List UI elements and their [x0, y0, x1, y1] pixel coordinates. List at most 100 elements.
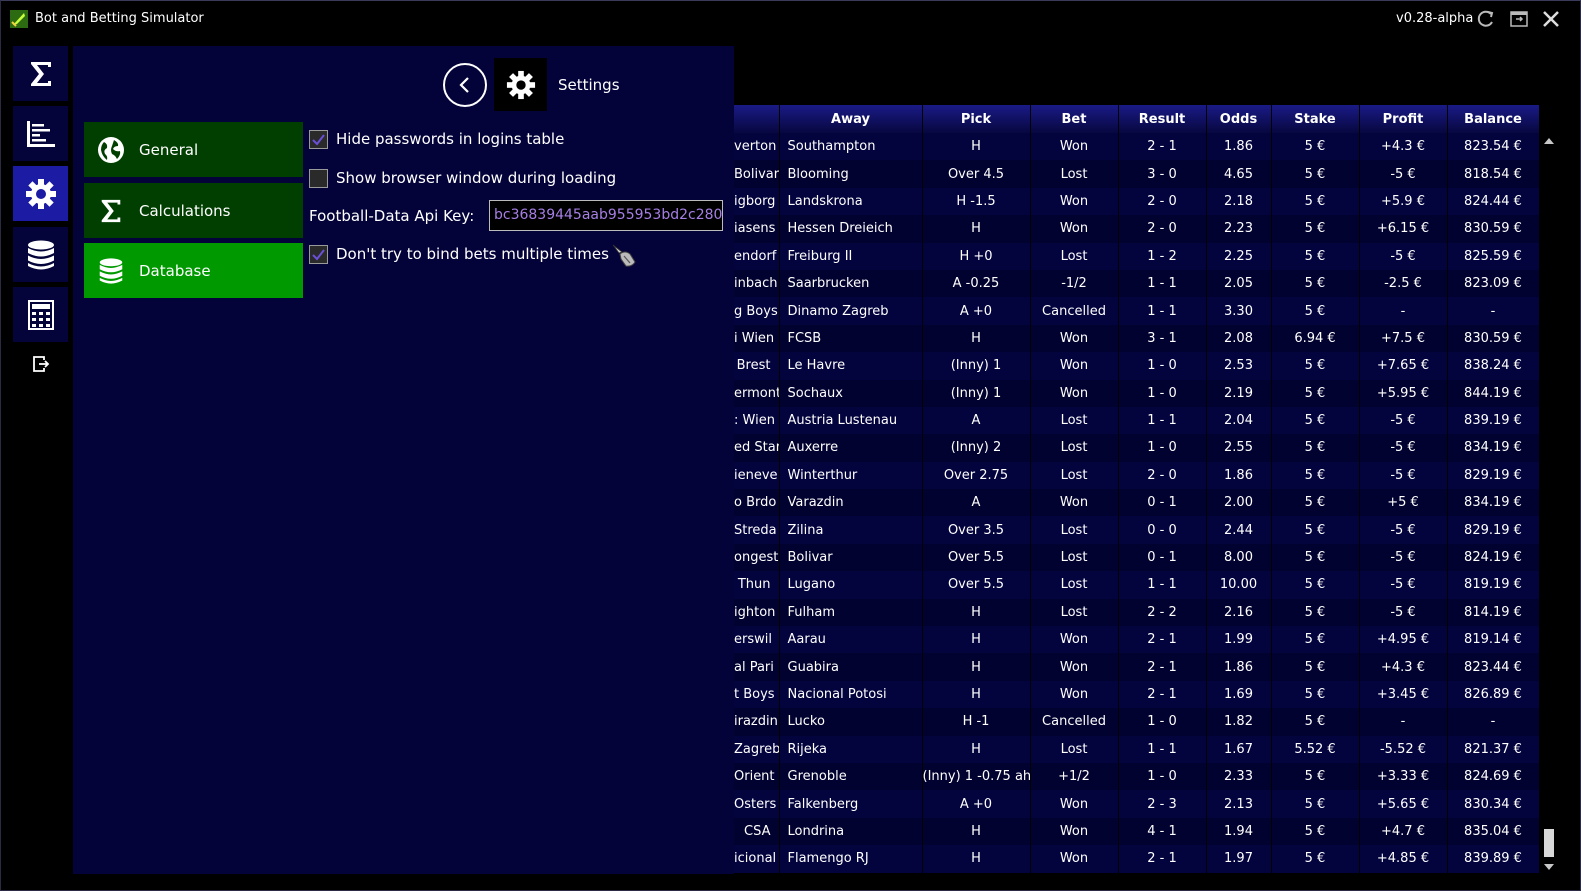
- table-row[interactable]: ighton Fulham H Lost 2 - 2 2.16 5 € -5 €814.19 …: [734, 598, 1539, 627]
- table-row[interactable]: Zagreb Rijeka H Lost 1 - 1 1.67 5.52 € -5.52 €8…: [734, 735, 1539, 763]
- cell-result: 1 - 0: [1118, 352, 1207, 380]
- cell-bet: Won: [1030, 352, 1119, 380]
- category-database[interactable]: Database: [84, 243, 303, 298]
- cell-bet: Lost: [1030, 571, 1119, 599]
- table-row[interactable]: CSA Londrina H Won 4 - 1 1.94 5 € +4.7 €835.04 …: [734, 817, 1539, 846]
- cell-pick: A: [922, 406, 1031, 435]
- cell-stake: 5 €: [1271, 434, 1360, 462]
- cell-away: Falkenberg: [779, 790, 923, 818]
- cell-away: Winterthur: [779, 461, 923, 490]
- column-header-balance[interactable]: Balance: [1447, 105, 1539, 133]
- cell-balance: 823.54 €: [1447, 133, 1539, 161]
- table-row[interactable]: Streda Zilina Over 3.5 Lost 0 - 0 2.44 5 € -5 €…: [734, 516, 1539, 544]
- hide-passwords-option[interactable]: Hide passwords in logins table: [309, 129, 564, 149]
- cell-bet: -1/2: [1030, 269, 1119, 298]
- cell-stake: 5 €: [1271, 352, 1360, 380]
- restore-window-icon[interactable]: [1508, 8, 1530, 30]
- cell-profit: -5 €: [1359, 461, 1448, 490]
- cell-stake: 5 €: [1271, 845, 1360, 873]
- table-row[interactable]: ermont Sochaux (Inny) 1 Won 1 - 0 2.19 5 € +5.9…: [734, 379, 1539, 407]
- cell-result: 2 - 3: [1118, 790, 1207, 818]
- table-row[interactable]: irazdin Lucko H -1 Cancelled 1 - 0 1.82 5 € - -: [734, 708, 1539, 736]
- cell-odds: 2.08: [1206, 324, 1272, 353]
- cell-balance: 829.19 €: [1447, 461, 1539, 490]
- cell-balance: 830.59 €: [1447, 324, 1539, 353]
- cell-stake: 5 €: [1271, 653, 1360, 681]
- table-row[interactable]: ed Star Auxerre (Inny) 2 Lost 1 - 0 2.55 5 € -5…: [734, 434, 1539, 462]
- cell-bet: Won: [1030, 133, 1119, 161]
- table-row[interactable]: Orient Grenoble (Inny) 1 -0.75 ah +1/2 1 - 0…: [734, 762, 1539, 791]
- api-key-input[interactable]: bc36839445aab955953bd2c2807: [489, 200, 723, 231]
- table-row[interactable]: endorf Freiburg II H +0 Lost 1 - 2 2.25 5 € -5 …: [734, 242, 1539, 270]
- table-row[interactable]: Osters Falkenberg A +0 Won 2 - 3 2.13 5 € +5.65…: [734, 790, 1539, 818]
- column-header-odds[interactable]: Odds: [1206, 105, 1272, 133]
- table-row[interactable]: verton Southampton H Won 2 - 1 1.86 5 € +4.3 €8…: [734, 133, 1539, 161]
- calculator-icon: [27, 299, 54, 330]
- table-row[interactable]: t Boys Nacional Potosi H Won 2 - 1 1.69 5 € +3.…: [734, 680, 1539, 709]
- cell-away: Le Havre: [779, 352, 923, 380]
- table-row[interactable]: icional Flamengo RJ H Won 2 - 1 1.97 5 € +4.85 …: [734, 845, 1539, 873]
- sigma-icon: [97, 197, 125, 225]
- table-row[interactable]: Bolivar Blooming Over 4.5 Lost 3 - 0 4.65 5 € -…: [734, 160, 1539, 188]
- cell-odds: 2.00: [1206, 489, 1272, 517]
- category-general[interactable]: General: [84, 122, 303, 177]
- close-icon[interactable]: [1540, 8, 1562, 30]
- mouse-cursor-icon: [612, 244, 636, 267]
- table-row[interactable]: : Wien Austria Lustenau A Lost 1 - 1 2.04 5 € -…: [734, 406, 1539, 435]
- refresh-icon[interactable]: [1475, 8, 1497, 30]
- table-row[interactable]: al Pari Guabira H Won 2 - 1 1.86 5 € +4.3 €823.…: [734, 653, 1539, 681]
- column-header-stake[interactable]: Stake: [1271, 105, 1360, 133]
- cell-away: Lucko: [779, 708, 923, 736]
- category-calculations[interactable]: Calculations: [84, 183, 303, 238]
- scroll-down-arrow-icon[interactable]: [1544, 864, 1554, 870]
- cell-pick: Over 5.5: [922, 571, 1031, 599]
- cell-pick: H: [922, 817, 1031, 846]
- table-row[interactable]: o Brdo Varazdin A Won 0 - 1 2.00 5 € +5 €834.19…: [734, 489, 1539, 517]
- cell-bet: Lost: [1030, 516, 1119, 544]
- cell-pick: H: [922, 324, 1031, 353]
- table-row[interactable]: iasens Hessen Dreieich H Won 2 - 0 2.23 5 € +6.…: [734, 215, 1539, 243]
- cell-bet: Won: [1030, 187, 1119, 216]
- rail-calculations-button[interactable]: [13, 46, 68, 101]
- column-header-away[interactable]: Away: [779, 105, 923, 133]
- table-row[interactable]: igborg Landskrona H -1.5 Won 2 - 0 2.18 5 € +5.…: [734, 187, 1539, 216]
- column-header-profit[interactable]: Profit: [1359, 105, 1448, 133]
- cell-home: icional: [734, 845, 780, 873]
- rail-settings-button[interactable]: [13, 166, 68, 221]
- rail-logout-button[interactable]: [13, 346, 68, 382]
- hide-passwords-checkbox[interactable]: [309, 129, 328, 149]
- cell-pick: (Inny) 1 -0.75 ah: [922, 762, 1031, 791]
- table-row[interactable]: Thun Lugano Over 5.5 Lost 1 - 1 10.00 5 € -5 €8…: [734, 571, 1539, 599]
- cell-balance: 844.19 €: [1447, 379, 1539, 407]
- dont-bind-checkbox[interactable]: [309, 244, 328, 264]
- back-button[interactable]: [443, 63, 487, 107]
- dont-bind-option[interactable]: Don't try to bind bets multiple times: [309, 244, 609, 264]
- table-row[interactable]: erswil Aarau H Won 2 - 1 1.99 5 € +4.95 €819.14…: [734, 626, 1539, 654]
- table-row[interactable]: Brest Le Havre (Inny) 1 Won 1 - 0 2.53 5 € +7.6…: [734, 352, 1539, 380]
- scroll-up-arrow-icon[interactable]: [1544, 138, 1554, 144]
- chart-icon: [26, 120, 55, 147]
- cell-pick: Over 5.5: [922, 543, 1031, 572]
- scrollbar-thumb[interactable]: [1544, 829, 1554, 857]
- cell-pick: H: [922, 626, 1031, 654]
- cell-result: 3 - 1: [1118, 324, 1207, 353]
- rail-database-button[interactable]: [13, 227, 68, 282]
- rail-calculator-button[interactable]: [13, 287, 68, 342]
- column-header-result[interactable]: Result: [1118, 105, 1207, 133]
- column-header-bet[interactable]: Bet: [1030, 105, 1119, 133]
- table-row[interactable]: i Wien FCSB H Won 3 - 1 2.08 6.94 € +7.5 €830.5…: [734, 324, 1539, 353]
- show-browser-option[interactable]: Show browser window during loading: [309, 168, 616, 188]
- table-row[interactable]: g Boys Dinamo Zagreb A +0 Cancelled 1 - 1 3.3…: [734, 297, 1539, 325]
- rail-chart-button[interactable]: [13, 106, 68, 161]
- table-row[interactable]: inbach Saarbrucken A -0.25 -1/2 1 - 1 2.05 5 €…: [734, 269, 1539, 298]
- column-header-home[interactable]: [734, 105, 780, 133]
- show-browser-checkbox[interactable]: [309, 168, 328, 188]
- cell-bet: Won: [1030, 626, 1119, 654]
- table-scrollbar[interactable]: [1541, 134, 1557, 874]
- cell-bet: Cancelled: [1030, 708, 1119, 736]
- column-header-pick[interactable]: Pick: [922, 105, 1031, 133]
- table-row[interactable]: ieneve Winterthur Over 2.75 Lost 2 - 0 1.86 5 …: [734, 461, 1539, 490]
- cell-home: iasens: [734, 215, 780, 243]
- table-row[interactable]: ongest Bolivar Over 5.5 Lost 0 - 1 8.00 5 € -5 …: [734, 543, 1539, 572]
- bets-table: Away Pick Bet Result Odds Stake Profit B…: [734, 105, 1539, 873]
